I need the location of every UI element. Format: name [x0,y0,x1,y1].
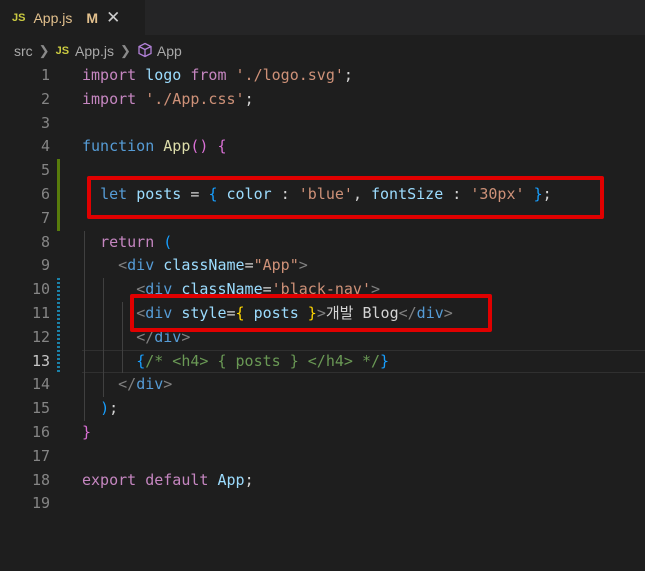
chevron-right-icon: ❯ [119,43,131,58]
code-line: 1 import logo from './logo.svg'; [0,64,645,88]
code-line: 2 import './App.css'; [0,88,645,112]
tab-title: App.js [33,9,73,26]
code-line: 13 {/* <h4> { posts } </h4> */} [0,350,645,374]
modified-badge: M [86,9,99,26]
breadcrumb-file[interactable]: App.js [75,43,114,59]
breadcrumb-folder[interactable]: src [14,43,33,59]
tab-bar: JS App.js M ✕ [0,0,645,35]
cube-icon [137,42,153,61]
javascript-file-icon: JS [12,11,26,24]
line-number: 15 [31,399,50,418]
line-number: 9 [40,256,50,275]
line-number: 11 [31,303,50,322]
tab-app-js[interactable]: JS App.js M ✕ [0,0,145,35]
line-number: 2 [40,89,50,108]
code-line: 4 function App() { [0,135,645,159]
breadcrumb: src ❯ JS App.js ❯ App [0,38,645,64]
code-line: 14 </div> [0,373,645,397]
code-line: 3 [0,112,645,136]
code-line: 8 return ( [0,231,645,255]
code-line: 15 ); [0,397,645,421]
line-number: 8 [40,232,50,251]
line-number: 12 [31,327,50,346]
highlight-box-posts-object [87,176,604,219]
line-number: 14 [31,375,50,394]
breadcrumb-symbol[interactable]: App [157,43,182,59]
javascript-file-icon: JS [55,45,70,57]
line-number: 19 [31,494,50,513]
line-number: 7 [40,208,50,227]
chevron-right-icon: ❯ [38,43,50,58]
line-number: 6 [40,184,50,203]
code-line: 9 <div className="App"> [0,254,645,278]
line-number: 10 [31,280,50,299]
code-line: 16} [0,421,645,445]
line-number: 4 [40,137,50,156]
line-number: 13 [31,351,50,370]
code-line: 19 [0,492,645,516]
line-number: 3 [40,113,50,132]
code-line: 17 [0,445,645,469]
code-line: 18 export default App; [0,469,645,493]
line-number: 1 [40,66,50,84]
highlight-box-style-div [130,294,492,332]
line-number: 16 [31,422,50,441]
code-editor[interactable]: 1 import logo from './logo.svg'; 2 import … [0,64,645,516]
line-number: 17 [31,446,50,465]
line-number: 5 [40,161,50,180]
close-icon[interactable]: ✕ [106,8,120,28]
line-number: 18 [31,470,50,489]
